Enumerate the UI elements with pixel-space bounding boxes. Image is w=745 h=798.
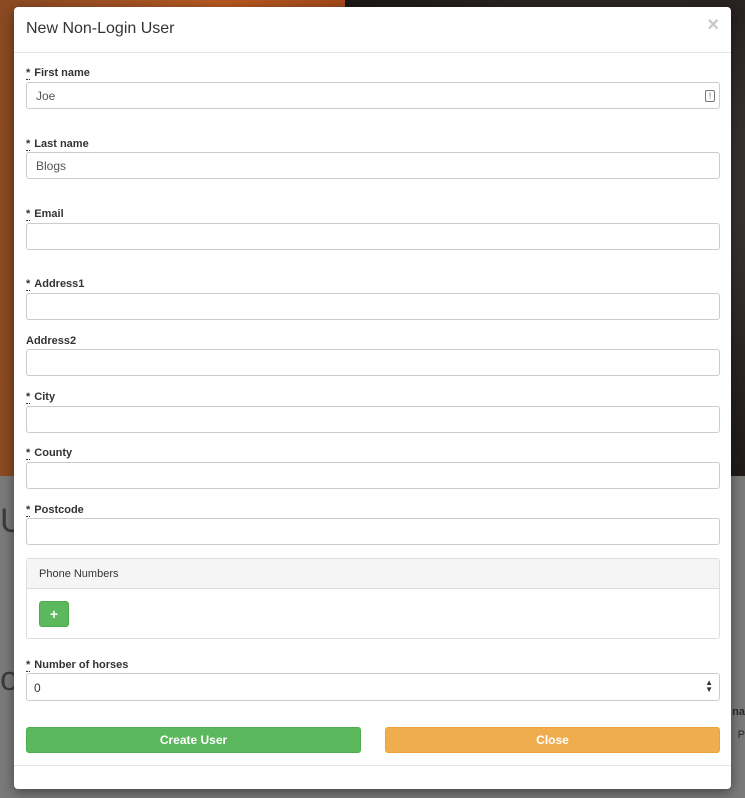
postcode-label: * Postcode	[26, 504, 84, 517]
background-side-text-2: P	[737, 729, 745, 741]
first-name-input[interactable]	[26, 82, 720, 109]
required-marker: *	[26, 391, 31, 404]
postcode-input[interactable]	[26, 518, 720, 545]
first-name-label: * First name	[26, 67, 90, 80]
background-side-text: na	[732, 706, 745, 718]
autofill-contact-icon[interactable]: !	[705, 90, 715, 102]
county-input[interactable]	[26, 462, 720, 489]
modal-title: New Non-Login User	[26, 20, 175, 37]
last-name-label: * Last name	[26, 138, 89, 151]
address2-label: Address2	[26, 335, 77, 347]
footer-divider	[14, 765, 731, 766]
select-arrows-icon: ▲ ▼	[705, 678, 713, 694]
modal-header: New Non-Login User ×	[14, 7, 731, 53]
required-marker: *	[26, 659, 31, 672]
email-label: * Email	[26, 208, 64, 221]
close-button[interactable]: Close	[385, 727, 720, 753]
close-icon[interactable]: ×	[707, 15, 719, 35]
required-marker: *	[26, 447, 31, 460]
required-marker: *	[26, 278, 31, 291]
phone-numbers-heading: Phone Numbers	[27, 559, 719, 589]
county-label: * County	[26, 447, 73, 460]
new-user-modal: New Non-Login User × *First name ! *Last…	[14, 7, 731, 789]
city-input[interactable]	[26, 406, 720, 433]
address2-input[interactable]	[26, 349, 720, 376]
required-marker: *	[26, 67, 31, 80]
email-input[interactable]	[26, 223, 720, 250]
number-of-horses-select[interactable]: 0 ▲ ▼	[26, 673, 720, 701]
last-name-input[interactable]	[26, 152, 720, 179]
number-of-horses-value: 0	[34, 681, 41, 695]
address1-input[interactable]	[26, 293, 720, 320]
required-marker: *	[26, 208, 31, 221]
required-marker: *	[26, 504, 31, 517]
add-phone-button[interactable]: +	[39, 601, 69, 627]
required-marker: *	[26, 138, 31, 151]
create-user-button[interactable]: Create User	[26, 727, 361, 753]
number-of-horses-label: * Number of horses	[26, 659, 129, 672]
city-label: * City	[26, 391, 56, 404]
address1-label: * Address1	[26, 278, 85, 291]
phone-numbers-panel: Phone Numbers +	[26, 558, 720, 639]
